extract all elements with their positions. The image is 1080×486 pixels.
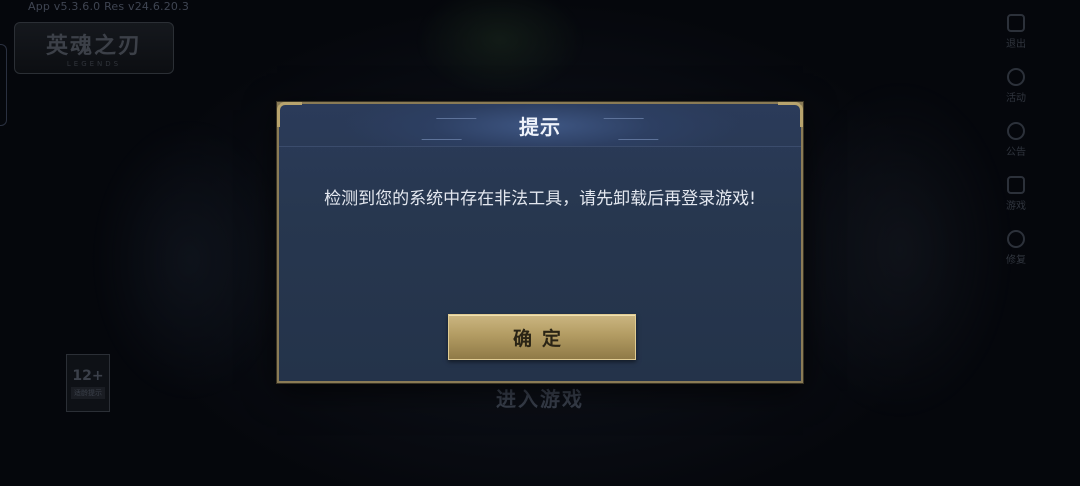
alert-dialog: 提示 检测到您的系统中存在非法工具，请先卸载后再登录游戏! 确定 bbox=[277, 102, 803, 383]
menu-item-activity[interactable]: 活动 bbox=[994, 68, 1038, 122]
age-rating-tag: 适龄提示 bbox=[71, 386, 105, 399]
age-rating-badge[interactable]: 12+ 适龄提示 bbox=[66, 354, 110, 412]
menu-item-label: 活动 bbox=[1006, 93, 1026, 104]
menu-item-repair[interactable]: 修复 bbox=[994, 230, 1038, 284]
game-logo: 英魂之刃 LEGENDS bbox=[14, 22, 174, 74]
confirm-button[interactable]: 确定 bbox=[448, 314, 636, 360]
logo-subtitle: LEGENDS bbox=[66, 60, 122, 68]
repair-icon bbox=[1007, 230, 1025, 248]
version-label: App v5.3.6.0 Res v24.6.20.3 bbox=[28, 0, 190, 13]
side-panel-handle[interactable] bbox=[0, 44, 7, 126]
logo-title: 英魂之刃 bbox=[45, 33, 142, 59]
age-rating-number: 12+ bbox=[72, 367, 104, 384]
menu-item-label: 退出 bbox=[1006, 39, 1026, 50]
activity-icon bbox=[1007, 68, 1025, 86]
dialog-title: 提示 bbox=[519, 114, 561, 139]
menu-item-game[interactable]: 游戏 bbox=[994, 176, 1038, 230]
menu-item-notice[interactable]: 公告 bbox=[994, 122, 1038, 176]
dialog-message: 检测到您的系统中存在非法工具，请先卸载后再登录游戏! bbox=[324, 189, 756, 209]
notice-icon bbox=[1007, 122, 1025, 140]
menu-item-label: 修复 bbox=[1006, 255, 1026, 266]
menu-item-logout[interactable]: 退出 bbox=[994, 14, 1038, 68]
logout-icon bbox=[1007, 14, 1025, 32]
menu-item-label: 游戏 bbox=[1006, 201, 1026, 212]
gamepad-icon bbox=[1007, 176, 1025, 194]
menu-item-label: 公告 bbox=[1006, 147, 1026, 158]
right-side-menu: 退出 活动 公告 游戏 修复 bbox=[994, 14, 1038, 284]
